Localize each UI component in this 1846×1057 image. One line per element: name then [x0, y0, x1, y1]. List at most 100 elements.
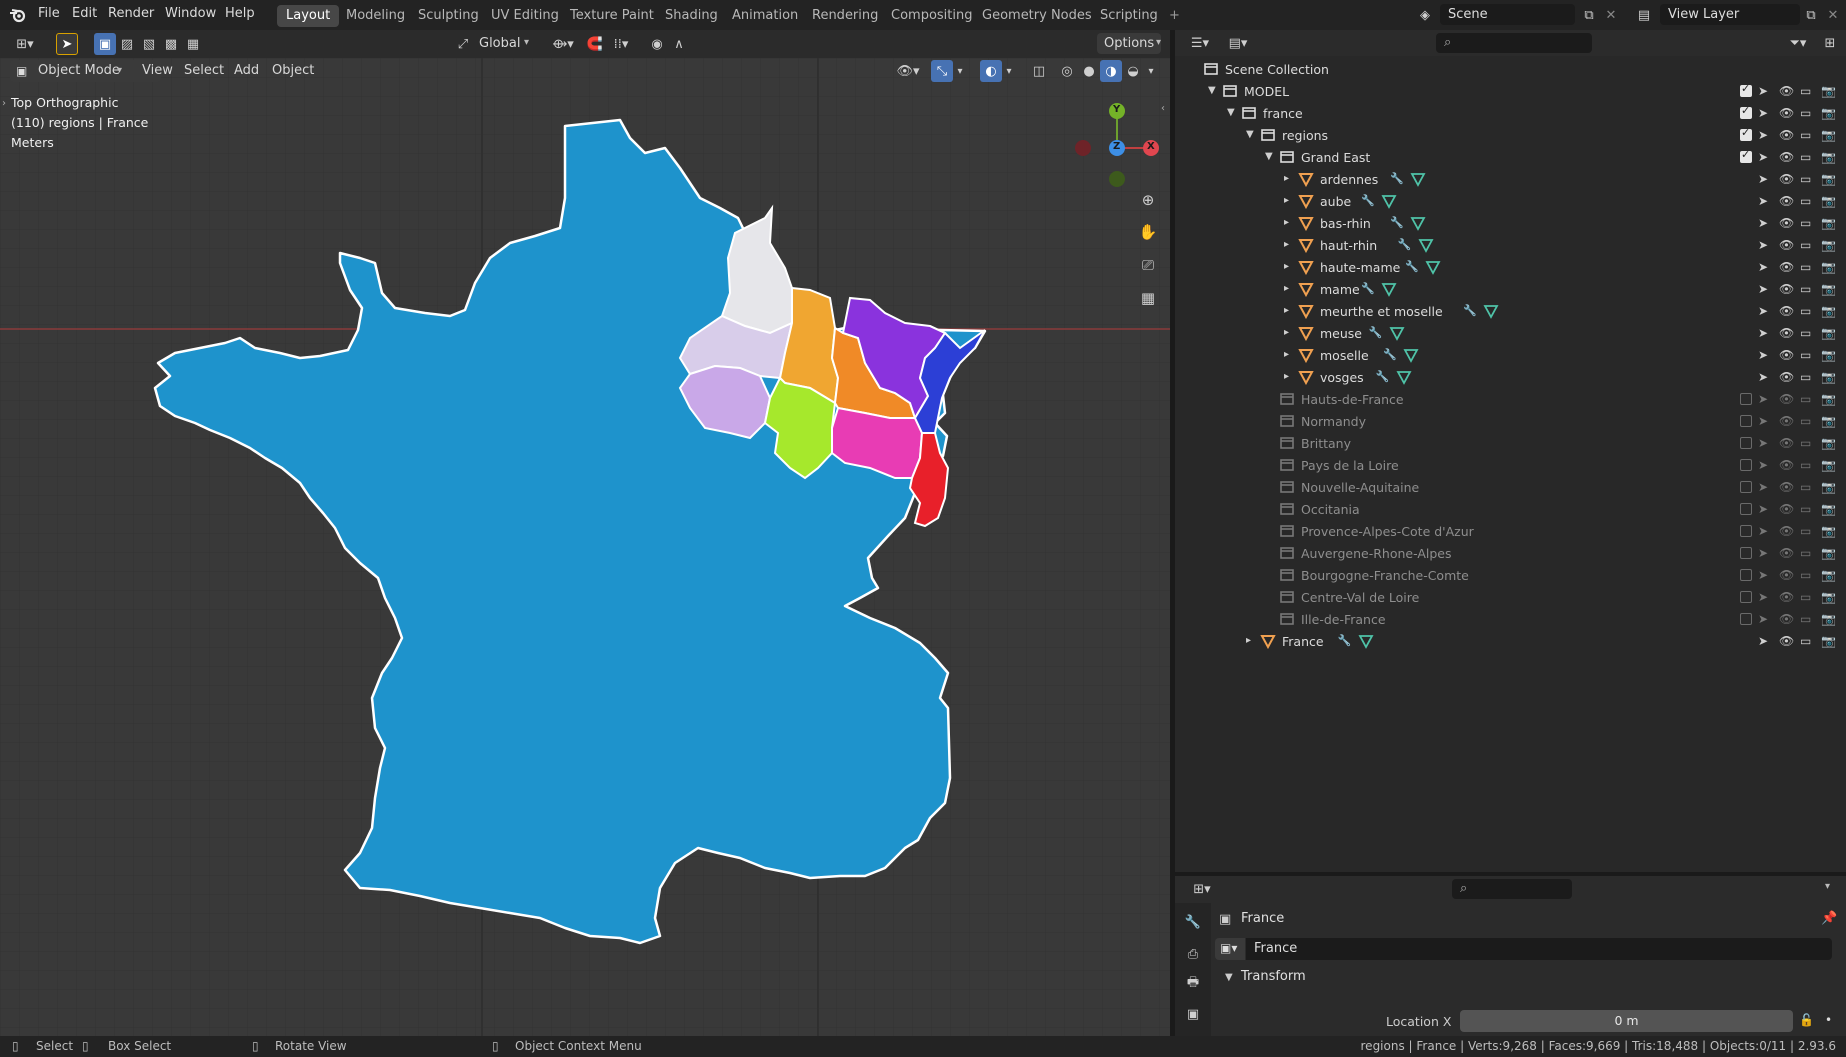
menu-view[interactable]: View — [135, 60, 180, 81]
monitor-viewport-icon[interactable]: ▭ — [1800, 282, 1811, 296]
transform-orientation-dropdown[interactable]: Global — [472, 33, 527, 54]
outliner-row[interactable]: ▸ France 🔧 ➤ 👁 ▭ 📷 — [1175, 631, 1846, 653]
outliner-row[interactable]: Bourgogne-Franche-Comte ➤ 👁 ▭ 📷 — [1175, 565, 1846, 587]
eye-visibility-icon[interactable]: 👁 — [1779, 84, 1794, 98]
tab-geometry-nodes[interactable]: Geometry Nodes — [973, 5, 1101, 27]
keyframe-dot-icon[interactable]: • — [1825, 1013, 1832, 1027]
chevron-down-icon[interactable]: ▾ — [953, 60, 967, 82]
menu-file[interactable]: File — [38, 6, 60, 21]
camera-render-icon[interactable]: 📷 — [1821, 84, 1836, 98]
3d-viewport[interactable]: Top Orthographic (110) regions | France … — [0, 58, 1170, 1036]
monitor-viewport-icon[interactable]: ▭ — [1800, 634, 1811, 648]
collapse-triangle-icon[interactable]: ▼ — [1227, 107, 1235, 118]
modifier-wrench-icon[interactable]: 🔧 — [1390, 172, 1404, 185]
camera-render-icon[interactable]: 📷 — [1821, 216, 1836, 230]
selectable-arrow-icon[interactable]: ➤ — [1758, 414, 1768, 428]
gizmo-neg-x-axis[interactable] — [1075, 140, 1091, 156]
exclude-checkbox[interactable] — [1740, 613, 1752, 625]
outliner-row[interactable]: Occitania ➤ 👁 ▭ 📷 — [1175, 499, 1846, 521]
monitor-viewport-icon[interactable]: ▭ — [1800, 304, 1811, 318]
pin-icon[interactable]: 📌 — [1821, 911, 1837, 926]
outliner-row[interactable]: ▸ vosges 🔧 ➤ 👁 ▭ 📷 — [1175, 367, 1846, 389]
monitor-viewport-icon[interactable]: ▭ — [1800, 436, 1811, 450]
wireframe-shading-icon[interactable]: ◎ — [1056, 60, 1078, 82]
monitor-viewport-icon[interactable]: ▭ — [1800, 414, 1811, 428]
mesh-data-icon[interactable] — [1410, 171, 1426, 187]
eye-visibility-icon[interactable]: 👁 — [1779, 282, 1794, 296]
tool-properties-icon[interactable]: 🔧 — [1182, 911, 1204, 933]
eye-visibility-icon[interactable]: 👁 — [1779, 458, 1794, 472]
outliner-row[interactable]: Scene Collection — [1175, 59, 1846, 81]
visibility-selectability-icon[interactable]: 👁▾ — [893, 60, 923, 82]
eye-visibility-icon[interactable]: 👁 — [1779, 260, 1794, 274]
tab-texture-paint[interactable]: Texture Paint — [561, 5, 663, 27]
view-layer-properties-icon[interactable]: ▣ — [1182, 1003, 1204, 1025]
exclude-checkbox[interactable] — [1740, 415, 1752, 427]
exclude-checkbox[interactable] — [1740, 393, 1752, 405]
mesh-data-icon[interactable] — [1358, 633, 1374, 649]
monitor-viewport-icon[interactable]: ▭ — [1800, 348, 1811, 362]
outliner-search-input[interactable]: ⌕ — [1436, 33, 1592, 53]
camera-render-icon[interactable]: 📷 — [1821, 370, 1836, 384]
eye-visibility-icon[interactable]: 👁 — [1779, 216, 1794, 230]
properties-search-input[interactable]: ⌕ — [1452, 879, 1572, 899]
chevron-down-icon[interactable]: ▾ — [1825, 881, 1830, 892]
selectable-arrow-icon[interactable]: ➤ — [1758, 172, 1768, 186]
monitor-viewport-icon[interactable]: ▭ — [1800, 480, 1811, 494]
selectable-arrow-icon[interactable]: ➤ — [1758, 634, 1768, 648]
new-view-layer-icon[interactable]: ⧉ — [1800, 4, 1822, 26]
select-extend-icon[interactable]: ▨ — [116, 33, 138, 55]
eye-visibility-icon[interactable]: 👁 — [1779, 326, 1794, 340]
eye-visibility-icon[interactable]: 👁 — [1779, 436, 1794, 450]
outliner-row[interactable]: Normandy ➤ 👁 ▭ 📷 — [1175, 411, 1846, 433]
exclude-checkbox[interactable] — [1740, 569, 1752, 581]
selectable-arrow-icon[interactable]: ➤ — [1758, 150, 1768, 164]
camera-render-icon[interactable]: 📷 — [1821, 480, 1836, 494]
select-intersect-icon[interactable]: ▦ — [182, 33, 204, 55]
monitor-viewport-icon[interactable]: ▭ — [1800, 194, 1811, 208]
lock-icon[interactable]: 🔓 — [1799, 1013, 1814, 1027]
options-dropdown[interactable]: Options — [1097, 33, 1162, 54]
expand-triangle-icon[interactable]: ▸ — [1246, 635, 1251, 646]
monitor-viewport-icon[interactable]: ▭ — [1800, 502, 1811, 516]
outliner-row[interactable]: Pays de la Loire ➤ 👁 ▭ 📷 — [1175, 455, 1846, 477]
menu-edit[interactable]: Edit — [72, 6, 97, 21]
location-x-field[interactable]: 0 m — [1460, 1010, 1793, 1032]
selectable-arrow-icon[interactable]: ➤ — [1758, 436, 1768, 450]
show-overlays-icon[interactable]: ◐ — [980, 60, 1002, 82]
mesh-data-icon[interactable] — [1381, 193, 1397, 209]
eye-visibility-icon[interactable]: 👁 — [1779, 634, 1794, 648]
tab-sculpting[interactable]: Sculpting — [409, 5, 488, 27]
expand-triangle-icon[interactable]: ▸ — [1284, 305, 1289, 316]
outliner-row[interactable]: Ille-de-France ➤ 👁 ▭ 📷 — [1175, 609, 1846, 631]
selectable-arrow-icon[interactable]: ➤ — [1758, 524, 1768, 538]
outliner-row[interactable]: ▸ meuse 🔧 ➤ 👁 ▭ 📷 — [1175, 323, 1846, 345]
pivot-point-icon[interactable]: ⟴▾ — [548, 33, 578, 55]
monitor-viewport-icon[interactable]: ▭ — [1800, 128, 1811, 142]
eye-visibility-icon[interactable]: 👁 — [1779, 172, 1794, 186]
material-preview-icon[interactable]: ◑ — [1100, 60, 1122, 82]
new-scene-icon[interactable]: ⧉ — [1578, 4, 1600, 26]
monitor-viewport-icon[interactable]: ▭ — [1800, 524, 1811, 538]
modifier-wrench-icon[interactable]: 🔧 — [1361, 282, 1375, 295]
monitor-viewport-icon[interactable]: ▭ — [1800, 150, 1811, 164]
camera-render-icon[interactable]: 📷 — [1821, 282, 1836, 296]
eye-visibility-icon[interactable]: 👁 — [1779, 128, 1794, 142]
modifier-wrench-icon[interactable]: 🔧 — [1361, 194, 1375, 207]
selectable-arrow-icon[interactable]: ➤ — [1758, 326, 1768, 340]
solid-shading-icon[interactable]: ● — [1078, 60, 1100, 82]
selectable-arrow-icon[interactable]: ➤ — [1758, 128, 1768, 142]
collapse-triangle-icon[interactable]: ▼ — [1208, 85, 1216, 96]
mesh-data-icon[interactable] — [1381, 281, 1397, 297]
object-name-field[interactable]: France — [1246, 938, 1832, 960]
modifier-wrench-icon[interactable]: 🔧 — [1376, 370, 1390, 383]
camera-render-icon[interactable]: 📷 — [1821, 568, 1836, 582]
eye-visibility-icon[interactable]: 👁 — [1779, 150, 1794, 164]
collapse-triangle-icon[interactable]: ▼ — [1246, 129, 1254, 140]
mesh-data-icon[interactable] — [1410, 215, 1426, 231]
select-new-icon[interactable]: ▣ — [94, 33, 116, 55]
chevron-down-icon[interactable]: ▾ — [1144, 60, 1158, 82]
mesh-data-icon[interactable] — [1483, 303, 1499, 319]
camera-render-icon[interactable]: 📷 — [1821, 392, 1836, 406]
exclude-checkbox[interactable] — [1740, 126, 1752, 141]
